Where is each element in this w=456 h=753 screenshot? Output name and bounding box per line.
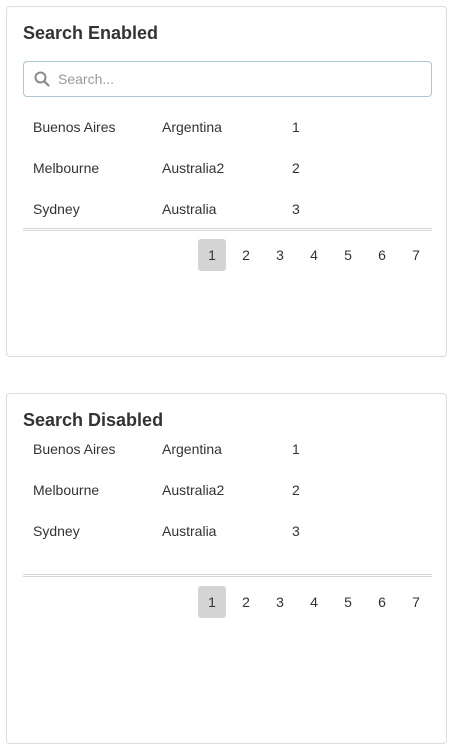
- page-button-5[interactable]: 5: [334, 239, 362, 271]
- data-list: Buenos Aires Argentina 1 Melbourne Austr…: [23, 107, 432, 230]
- pagination: 1 2 3 4 5 6 7: [198, 239, 430, 271]
- search-icon: [33, 70, 51, 88]
- number-cell: 2: [292, 160, 300, 176]
- city-cell: Melbourne: [33, 482, 100, 498]
- country-cell: Australia2: [162, 482, 225, 498]
- table-row[interactable]: Buenos Aires Argentina 1: [23, 429, 432, 470]
- page-button-1[interactable]: 1: [198, 586, 226, 618]
- country-cell: Argentina: [162, 119, 222, 135]
- page-button-6[interactable]: 6: [368, 239, 396, 271]
- city-cell: Buenos Aires: [33, 119, 116, 135]
- page-button-2[interactable]: 2: [232, 239, 260, 271]
- panel-title: Search Disabled: [23, 410, 164, 430]
- page-button-7[interactable]: 7: [402, 239, 430, 271]
- country-cell: Australia2: [162, 160, 225, 176]
- page-button-3[interactable]: 3: [266, 586, 294, 618]
- data-list: Buenos Aires Argentina 1 Melbourne Austr…: [23, 429, 432, 552]
- table-row[interactable]: Melbourne Australia2 2: [23, 470, 432, 511]
- panel-title: Search Enabled: [23, 23, 159, 43]
- page-button-1[interactable]: 1: [198, 239, 226, 271]
- page-button-6[interactable]: 6: [368, 586, 396, 618]
- country-cell: Australia: [162, 201, 217, 217]
- page-button-4[interactable]: 4: [300, 586, 328, 618]
- number-cell: 1: [292, 441, 300, 457]
- number-cell: 3: [292, 201, 300, 217]
- city-cell: Sydney: [33, 523, 80, 539]
- city-cell: Melbourne: [33, 160, 100, 176]
- search-input[interactable]: [58, 62, 418, 96]
- page-button-5[interactable]: 5: [334, 586, 362, 618]
- table-row[interactable]: Melbourne Australia2 2: [23, 148, 432, 189]
- table-row[interactable]: Sydney Australia 3: [23, 511, 432, 552]
- country-cell: Australia: [162, 523, 217, 539]
- number-cell: 3: [292, 523, 300, 539]
- city-cell: Sydney: [33, 201, 80, 217]
- page-button-7[interactable]: 7: [402, 586, 430, 618]
- country-cell: Argentina: [162, 441, 222, 457]
- search-enabled-panel: Search Enabled Buenos Aires Argentina 1 …: [6, 6, 447, 357]
- page-button-3[interactable]: 3: [266, 239, 294, 271]
- table-row[interactable]: Buenos Aires Argentina 1: [23, 107, 432, 148]
- divider: [23, 574, 432, 577]
- pagination: 1 2 3 4 5 6 7: [198, 586, 430, 618]
- page-button-2[interactable]: 2: [232, 586, 260, 618]
- number-cell: 1: [292, 119, 300, 135]
- number-cell: 2: [292, 482, 300, 498]
- table-row[interactable]: Sydney Australia 3: [23, 189, 432, 230]
- search-box[interactable]: [23, 61, 432, 97]
- page-button-4[interactable]: 4: [300, 239, 328, 271]
- city-cell: Buenos Aires: [33, 441, 116, 457]
- divider: [23, 228, 432, 231]
- search-disabled-panel: Search Disabled Buenos Aires Argentina 1…: [6, 393, 447, 744]
